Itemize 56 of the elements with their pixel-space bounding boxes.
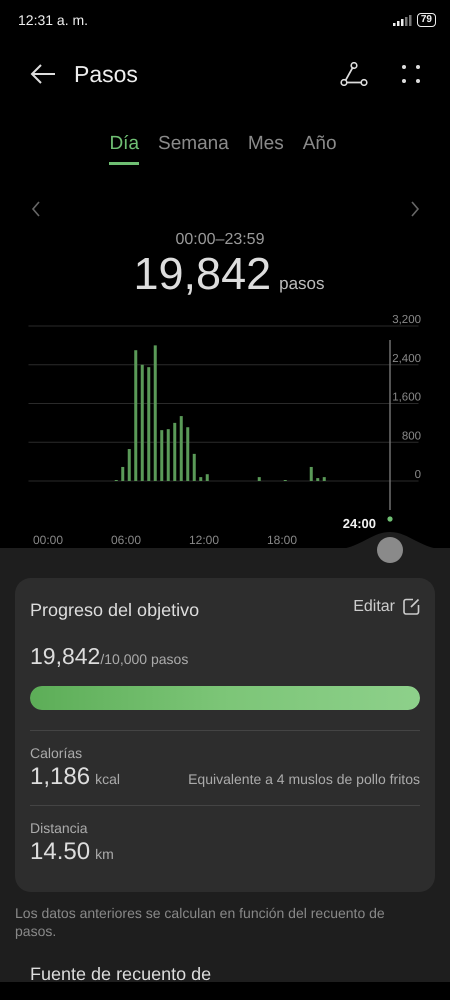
step-total: 19,842 bbox=[133, 249, 272, 299]
y-tick-label: 2,400 bbox=[392, 352, 421, 365]
next-icon[interactable] bbox=[410, 201, 420, 217]
chart-bar bbox=[166, 429, 170, 481]
stat-label: Calorías bbox=[30, 745, 84, 761]
stat-note: Equivalente a 4 muslos de pollo fritos bbox=[188, 771, 420, 787]
stat-label: Distancia bbox=[30, 820, 89, 836]
signal-icon bbox=[392, 14, 412, 26]
chart-bar bbox=[206, 474, 209, 481]
slider-thumb[interactable] bbox=[377, 537, 403, 563]
period-tab[interactable]: Año bbox=[302, 131, 337, 165]
chart-bar bbox=[128, 449, 131, 481]
page-title: Pasos bbox=[74, 60, 139, 88]
chart-bar bbox=[310, 466, 313, 481]
step-unit: pasos bbox=[279, 274, 324, 294]
chart-bar bbox=[316, 478, 320, 481]
chart-bar bbox=[173, 422, 176, 481]
chart-bar bbox=[258, 477, 261, 481]
chart-bar bbox=[160, 430, 164, 481]
period-tab[interactable]: Semana bbox=[158, 131, 229, 165]
edit-icon bbox=[403, 598, 420, 615]
y-tick-label: 0 bbox=[414, 469, 421, 481]
stat-value: 14.50 bbox=[30, 838, 90, 866]
share-icon[interactable] bbox=[340, 62, 368, 86]
stat-unit: kcal bbox=[95, 771, 120, 787]
period-tab[interactable]: Mes bbox=[248, 131, 284, 165]
y-tick-label: 1,600 bbox=[392, 392, 421, 404]
stat-unit: km bbox=[95, 846, 114, 862]
y-tick-label: 3,200 bbox=[392, 314, 421, 326]
section-heading: Fuente de recuento de bbox=[30, 964, 212, 985]
period-tab[interactable]: Día bbox=[109, 131, 140, 165]
x-tick-label: 18:00 bbox=[266, 533, 298, 547]
x-tick-label: 12:00 bbox=[188, 533, 220, 547]
chart-bar bbox=[180, 416, 183, 481]
chart-bar bbox=[121, 466, 124, 481]
progress-value: 19,842 bbox=[30, 643, 100, 670]
back-icon[interactable] bbox=[30, 63, 56, 85]
chart-bar bbox=[192, 454, 196, 481]
chart-bar bbox=[186, 427, 190, 481]
card-title: Progreso del objetivo bbox=[30, 600, 200, 621]
prev-icon[interactable] bbox=[31, 201, 41, 217]
stat-value: 1,186 bbox=[30, 763, 90, 791]
y-tick-label: 800 bbox=[402, 430, 421, 442]
footnote: Los datos anteriores se calculan en función del recuento de pasos. bbox=[15, 904, 386, 940]
cursor-time: 24:00 bbox=[342, 516, 376, 531]
time-cursor[interactable] bbox=[387, 340, 393, 522]
x-tick-label: 06:00 bbox=[110, 533, 142, 547]
edit-button[interactable]: Editar bbox=[353, 598, 420, 616]
status-time: 12:31 a. m. bbox=[18, 12, 88, 28]
chart-bar bbox=[199, 477, 202, 481]
x-tick-label: 00:00 bbox=[32, 533, 64, 547]
date-range: 00:00–23:59 bbox=[176, 231, 264, 249]
chart-bar bbox=[322, 477, 326, 481]
more-icon[interactable] bbox=[402, 65, 420, 83]
battery-icon: 79 bbox=[416, 13, 436, 27]
progress-goal: /10,000 pasos bbox=[100, 651, 188, 667]
